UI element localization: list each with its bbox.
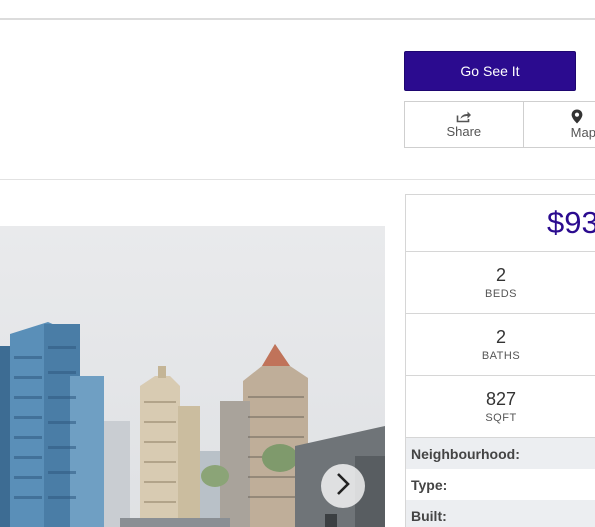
map-label: Map xyxy=(570,125,595,140)
share-label: Share xyxy=(446,124,482,139)
go-see-it-button[interactable]: Go See It xyxy=(404,51,576,91)
sqft-value: 827 xyxy=(485,389,517,409)
tool-row: Share Map xyxy=(404,101,595,148)
map-button[interactable]: Map xyxy=(524,102,595,147)
sqft-label: SQFT xyxy=(485,412,517,424)
top-bar xyxy=(0,0,595,20)
listing-info-panel: $939 2 BEDS 2 BATHS 827 SQFT Neighbourho… xyxy=(405,194,595,527)
baths-stat: 2 BATHS xyxy=(406,314,595,376)
beds-stat: 2 BEDS xyxy=(406,252,595,314)
beds-label: BEDS xyxy=(485,288,517,300)
detail-label: Neighbourhood: xyxy=(411,445,520,462)
detail-label: Type: xyxy=(411,476,448,493)
map-pin-icon xyxy=(571,109,583,125)
action-area: Go See It Share Map xyxy=(0,20,595,180)
baths-label: BATHS xyxy=(481,350,521,362)
next-photo-button[interactable] xyxy=(321,464,365,508)
sqft-stat: 827 SQFT xyxy=(406,376,595,438)
price-row: $939 xyxy=(406,195,595,252)
price-value: $939 xyxy=(547,205,595,240)
chevron-right-icon xyxy=(335,472,351,501)
detail-type: Type: xyxy=(406,469,595,500)
beds-value: 2 xyxy=(495,265,506,285)
share-button[interactable]: Share xyxy=(405,102,524,147)
detail-neighbourhood: Neighbourhood: xyxy=(406,438,595,469)
listing-page: Go See It Share Map $9 2 BEDS 2 BATHS 82… xyxy=(0,0,595,527)
baths-value: 2 xyxy=(495,327,506,347)
detail-label: Built: xyxy=(411,507,447,524)
detail-built: Built: xyxy=(406,500,595,527)
share-icon xyxy=(456,110,472,124)
